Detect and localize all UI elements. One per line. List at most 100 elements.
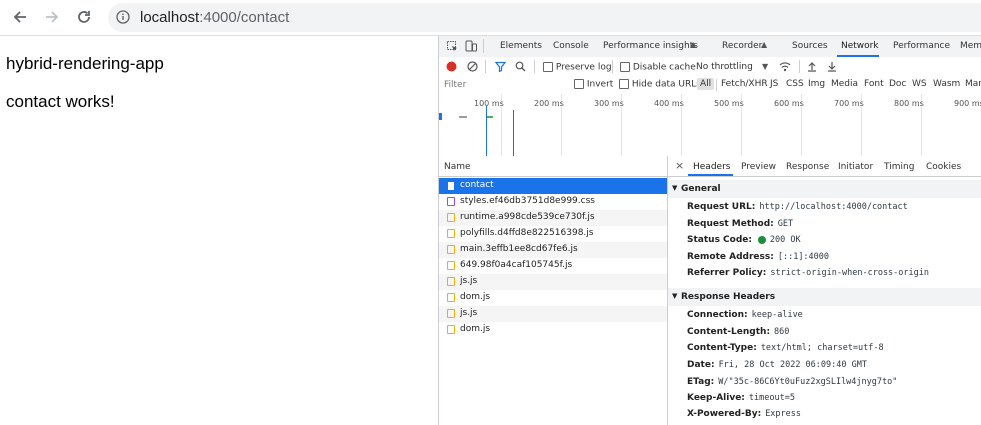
back-button[interactable] <box>8 5 32 29</box>
reload-icon <box>78 11 90 23</box>
filter-type-fetch-xhr[interactable]: Fetch/XHR <box>721 79 768 89</box>
filter-type-img[interactable]: Img <box>808 79 825 89</box>
name-column-header[interactable]: Name <box>444 162 471 172</box>
tab-memory[interactable]: Memo <box>960 41 981 51</box>
request-row[interactable]: js.js <box>439 274 667 290</box>
filter-type-js[interactable]: JS <box>770 79 778 89</box>
request-row[interactable]: dom.js <box>439 322 667 338</box>
timeline-overview[interactable]: 100 ms 200 ms 300 ms 400 ms 500 ms 600 m… <box>439 94 981 157</box>
response-header-row: Date: Fri, 28 Oct 2022 06:09:40 GMT <box>687 360 867 370</box>
request-row[interactable]: styles.ef46db3751d8e999.css <box>439 194 667 210</box>
tab-sources[interactable]: Sources <box>792 41 828 51</box>
invert-toggle[interactable]: Invert <box>574 79 613 90</box>
filter-type-ws[interactable]: WS <box>912 79 927 89</box>
hide-data-urls-checkbox[interactable] <box>619 79 629 89</box>
request-list-header[interactable]: Name <box>439 156 667 177</box>
detail-tab-timing[interactable]: Timing <box>884 162 914 172</box>
preserve-log-checkbox[interactable] <box>543 62 553 72</box>
tab-network[interactable]: Network <box>841 41 879 51</box>
filter-type-doc[interactable]: Doc <box>889 79 906 89</box>
request-row[interactable]: contact <box>439 178 667 194</box>
network-conditions-icon[interactable] <box>779 61 791 72</box>
script-icon <box>447 229 455 238</box>
filter-divider <box>716 79 717 91</box>
request-row[interactable]: main.3effb1ee8cd67fe6.js <box>439 242 667 258</box>
document-icon <box>447 181 455 191</box>
tab-performance-insights[interactable]: Performance insights <box>603 41 698 51</box>
detail-tab-preview[interactable]: Preview <box>741 162 776 172</box>
disable-cache-label: Disable cache <box>632 62 696 73</box>
filter-type-manifest[interactable]: Manifest <box>965 79 981 89</box>
filter-type-wasm[interactable]: Wasm <box>933 79 960 89</box>
response-header-row: ETag: W/"35c-86C6Yt0uFuz2xgSLIlw4jnyg7to" <box>687 377 897 387</box>
status-ok-dot-icon <box>757 235 766 244</box>
request-name: js.js <box>460 276 478 286</box>
response-header-row: Keep-Alive: timeout=5 <box>687 393 795 403</box>
preserve-log-label: Preserve log <box>555 62 612 73</box>
tab-console[interactable]: Console <box>553 41 589 51</box>
filter-type-media[interactable]: Media <box>831 79 858 89</box>
url-text[interactable]: localhost:4000/contact <box>140 9 289 26</box>
disable-cache-checkbox[interactable] <box>620 62 630 72</box>
header-key: Content-Length: <box>687 327 771 337</box>
preserve-log-toggle[interactable]: Preserve log <box>543 62 612 73</box>
timeline-tick-label: 900 ms <box>954 99 981 108</box>
request-row[interactable]: polyfills.d4ffd8e822516398.js <box>439 226 667 242</box>
hide-data-urls-toggle[interactable]: Hide data URLs <box>619 79 701 90</box>
detail-tab-response[interactable]: Response <box>786 162 829 172</box>
reload-button[interactable] <box>72 5 96 29</box>
disable-cache-toggle[interactable]: Disable cache <box>620 62 696 73</box>
filter-icon[interactable] <box>495 61 506 72</box>
filter-type-font[interactable]: Font <box>864 79 884 89</box>
forward-button[interactable] <box>40 5 64 29</box>
response-headers-title: Response Headers <box>681 292 776 302</box>
request-row[interactable]: dom.js <box>439 290 667 306</box>
info-icon[interactable] <box>116 10 130 24</box>
toolbar-divider <box>534 60 535 73</box>
filter-input[interactable]: Filter <box>444 80 466 90</box>
detail-tab-cookies[interactable]: Cookies <box>926 162 961 172</box>
request-name: runtime.a998cde539ce730f.js <box>460 212 595 222</box>
address-bar[interactable]: localhost:4000/contact <box>108 3 981 32</box>
header-key: Request URL: <box>687 202 756 212</box>
request-name: main.3effb1ee8cd67fe6.js <box>460 244 578 254</box>
tab-performance[interactable]: Performance <box>893 41 950 51</box>
search-icon[interactable] <box>515 61 526 72</box>
header-value: 200 OK <box>769 235 801 245</box>
filter-type-all[interactable]: All <box>697 78 715 90</box>
timeline-tick-label: 800 ms <box>894 99 924 108</box>
general-section-header[interactable]: ▼ General <box>668 180 981 198</box>
tab-elements[interactable]: Elements <box>500 41 542 51</box>
header-key: Remote Address: <box>687 252 774 262</box>
status-code-row: Status Code: 200 OK <box>687 235 801 245</box>
inspect-element-icon[interactable] <box>447 41 458 52</box>
browser-toolbar: localhost:4000/contact <box>0 0 981 36</box>
request-row[interactable]: runtime.a998cde539ce730f.js <box>439 210 667 226</box>
device-toolbar-icon[interactable] <box>465 40 477 52</box>
devtools-panel: Elements Console Performance insights ▲ … <box>438 36 981 425</box>
header-value: keep-alive <box>751 310 803 320</box>
request-detail-pane: × Headers Preview Response Initiator Tim… <box>668 156 981 425</box>
import-har-icon[interactable] <box>807 61 817 72</box>
close-icon[interactable]: × <box>675 159 684 172</box>
filter-type-css[interactable]: CSS <box>786 79 804 89</box>
referrer-policy-row: Referrer Policy: strict-origin-when-cross… <box>687 268 929 278</box>
script-icon <box>447 261 455 270</box>
export-har-icon[interactable] <box>827 61 837 72</box>
detail-tabs: × Headers Preview Response Initiator Tim… <box>668 156 981 177</box>
request-method-row: Request Method: GET <box>687 219 793 229</box>
response-headers-section-header[interactable]: ▼ Response Headers <box>668 288 981 306</box>
detail-tab-headers[interactable]: Headers <box>693 162 730 172</box>
script-icon <box>447 277 455 286</box>
request-row[interactable]: 649.98f0a4caf105745f.js <box>439 258 667 274</box>
invert-checkbox[interactable] <box>574 79 584 89</box>
url-path: :4000/contact <box>199 9 290 26</box>
record-icon[interactable] <box>446 61 457 72</box>
request-row[interactable]: js.js <box>439 306 667 322</box>
detail-tab-initiator[interactable]: Initiator <box>838 162 873 172</box>
request-name: dom.js <box>460 292 491 302</box>
throttling-select[interactable]: No throttling <box>696 62 753 72</box>
clear-icon[interactable] <box>467 61 478 72</box>
request-name: contact <box>460 180 494 190</box>
tab-recorder[interactable]: Recorder <box>722 41 762 51</box>
